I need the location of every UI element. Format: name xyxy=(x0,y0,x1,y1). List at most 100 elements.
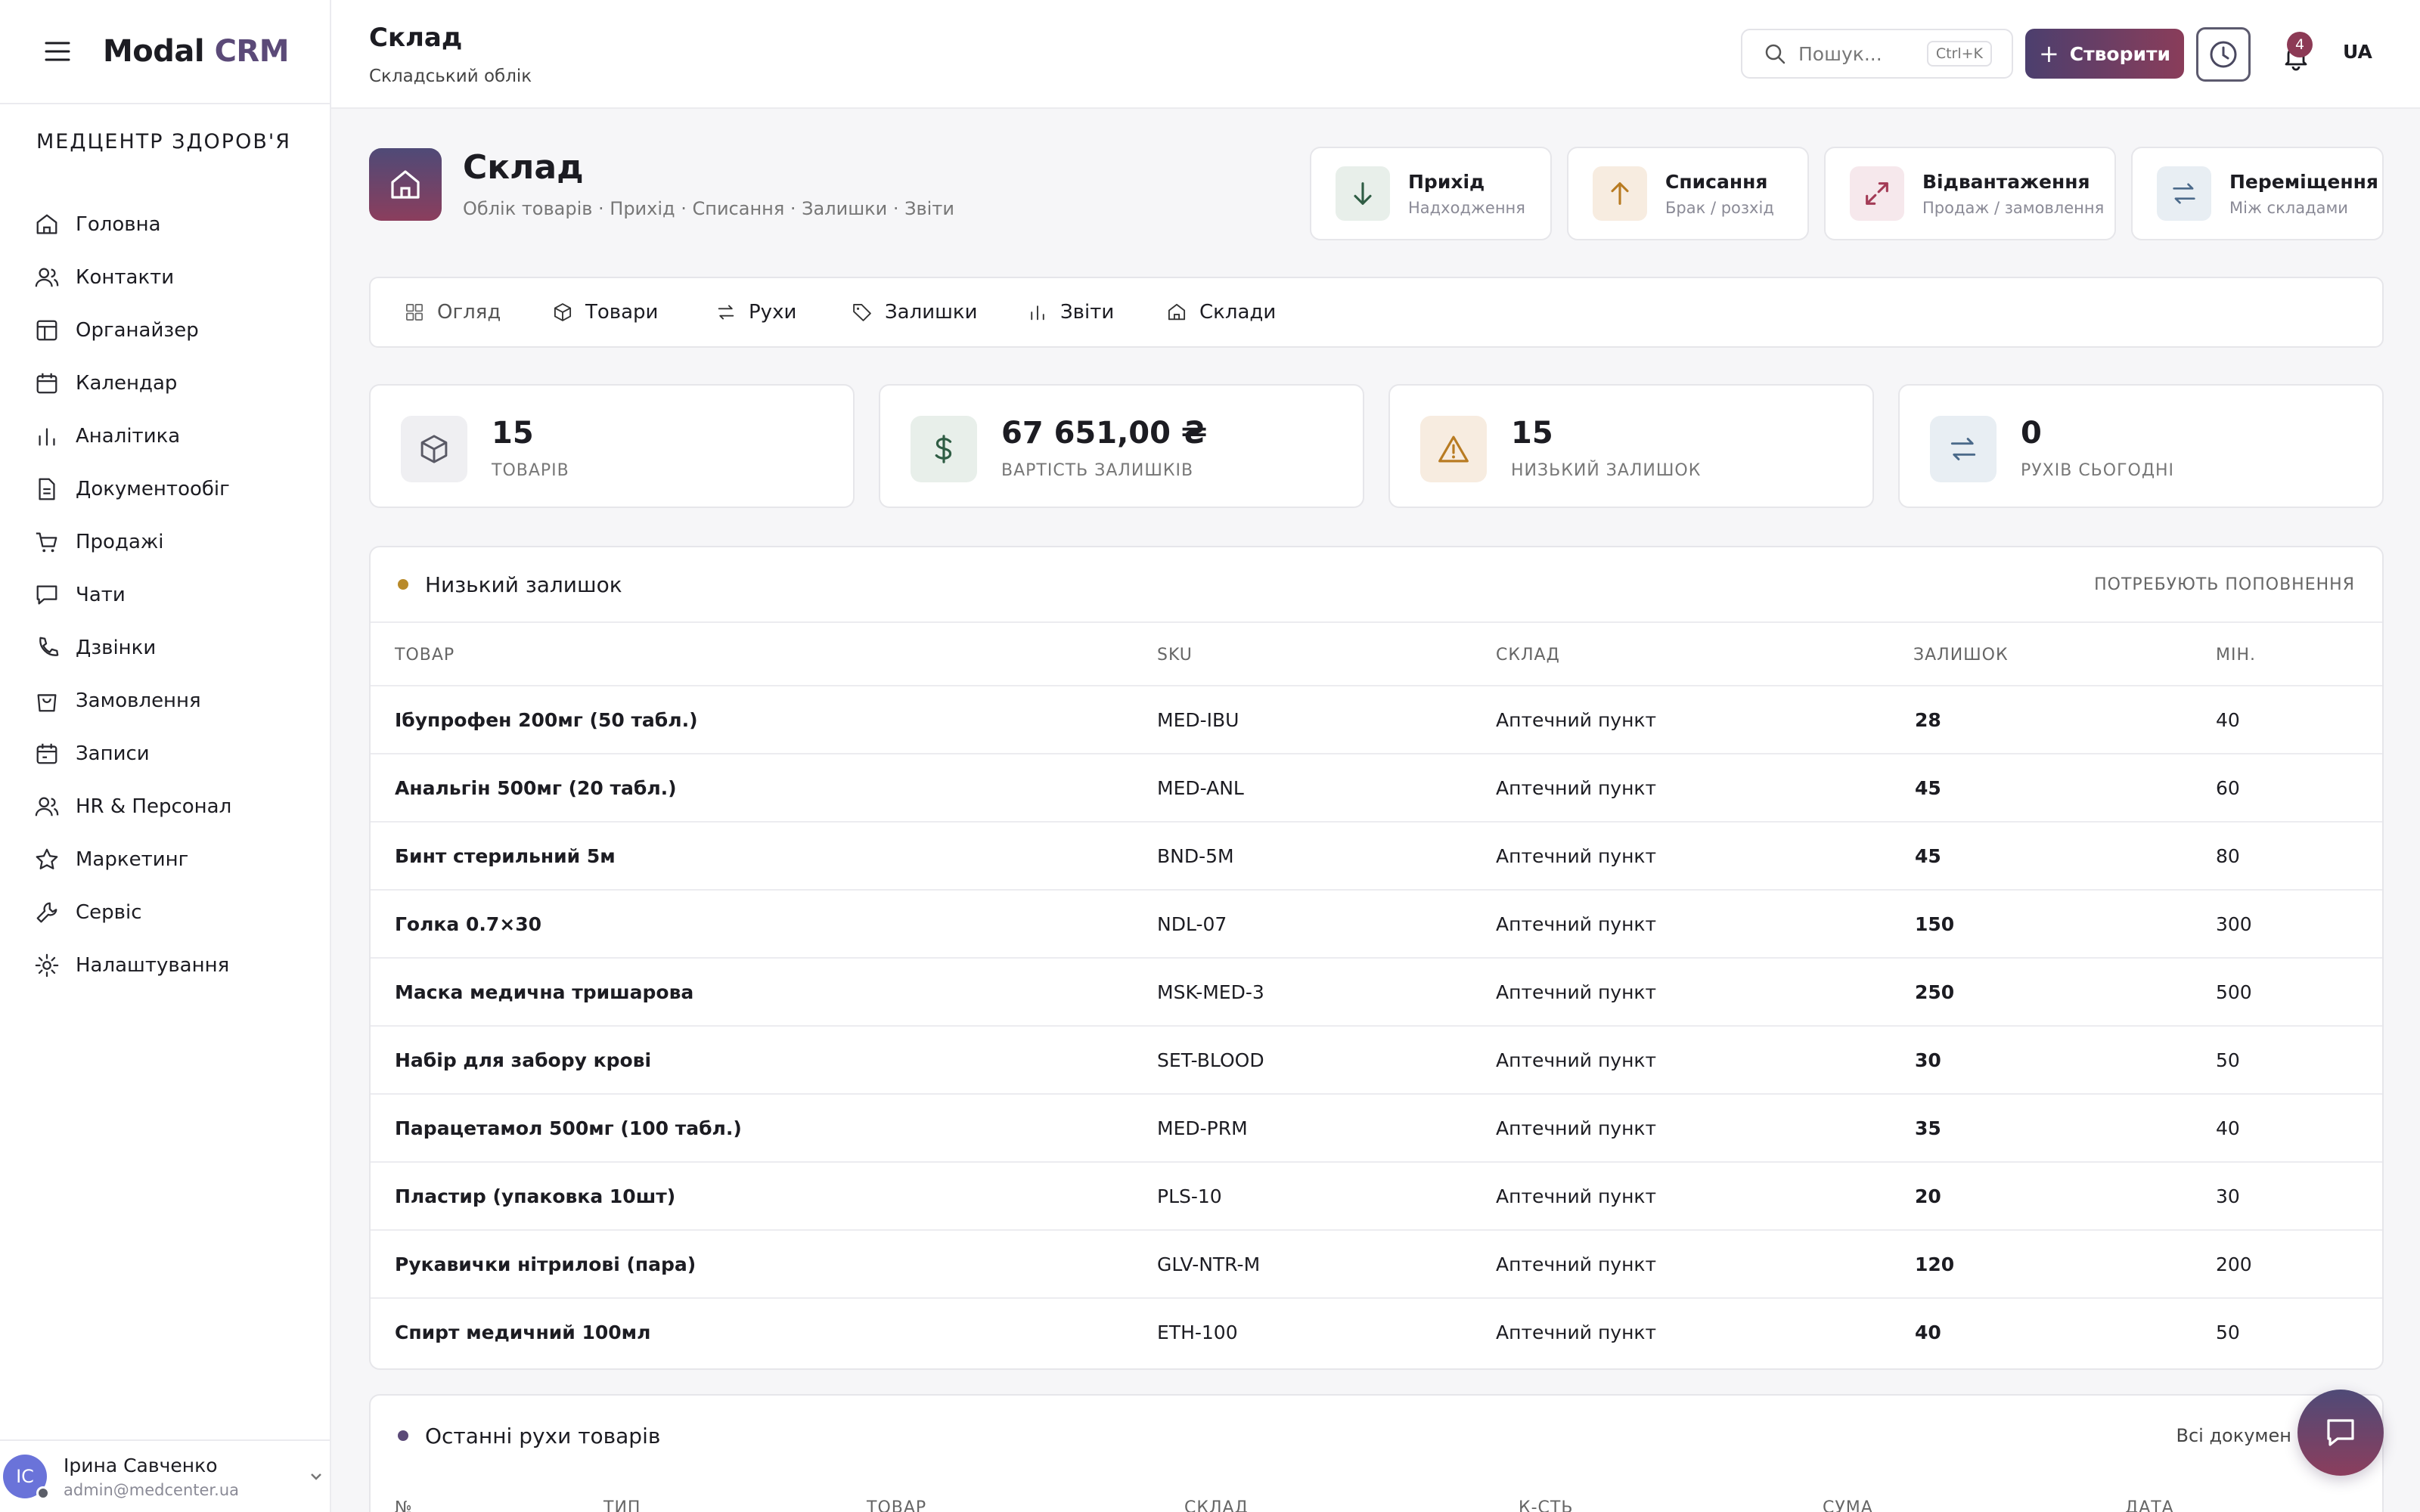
menu-icon[interactable] xyxy=(42,36,73,67)
sidebar-item-label: Продажі xyxy=(76,531,164,553)
column-header[interactable]: ТОВАР xyxy=(867,1498,926,1512)
quick-action-subtitle: Продаж / замовлення xyxy=(1922,198,2105,217)
table-cell: Ібупрофен 200мг (50 табл.) xyxy=(395,709,698,731)
table-cell: Аптечний пункт xyxy=(1496,981,1657,1003)
table-row[interactable]: Маска медична тришарова MSK-MED-3 Аптечний… xyxy=(371,959,2382,1027)
search-input[interactable]: Пошук... Ctrl+K xyxy=(1741,29,2013,79)
column-header[interactable]: СКЛАД xyxy=(1496,646,1560,665)
table-cell: 30 xyxy=(2216,1185,2240,1207)
sidebar-item[interactable]: Налаштування xyxy=(33,939,313,992)
quick-action-button[interactable]: Прихід Надходження xyxy=(1310,147,1552,240)
table-row[interactable]: Анальгін 500мг (20 табл.) MED-ANL Аптечний… xyxy=(371,754,2382,823)
table-cell: Бинт стерильний 5м xyxy=(395,845,616,867)
column-header[interactable]: SKU xyxy=(1157,646,1193,665)
sidebar-item-label: Контакти xyxy=(76,266,175,289)
user-email: admin@medcenter.ua xyxy=(64,1480,239,1499)
table-cell: Аптечний пункт xyxy=(1496,1321,1657,1343)
tab[interactable]: Склади xyxy=(1166,278,1276,346)
box-icon xyxy=(552,302,573,323)
hero-subtitle: Облік товарів · Прихід · Списання · Зали… xyxy=(463,198,954,219)
avatar: IC xyxy=(3,1455,50,1500)
bar-chart-icon xyxy=(33,423,60,450)
clock-icon xyxy=(2208,39,2238,70)
create-button[interactable]: + Створити xyxy=(2025,29,2184,79)
sidebar-item[interactable]: Замовлення xyxy=(33,674,313,727)
column-header[interactable]: СУМА xyxy=(1823,1498,1873,1512)
column-header[interactable]: ТОВАР xyxy=(395,646,455,665)
quick-action-button[interactable]: Переміщення Між складами xyxy=(2131,147,2384,240)
sidebar-item[interactable]: Продажі xyxy=(33,516,313,569)
sidebar-item[interactable]: Маркетинг xyxy=(33,833,313,886)
sidebar-item[interactable]: Аналітика xyxy=(33,410,313,463)
table-cell: SET-BLOOD xyxy=(1157,1049,1264,1071)
sidebar-item-label: Головна xyxy=(76,213,161,236)
table-cell: 28 xyxy=(1915,709,1941,731)
tab[interactable]: Залишки xyxy=(852,278,978,346)
stat-card: 0 РУХІВ СЬОГОДНІ xyxy=(1898,384,2384,508)
table-cell: Аптечний пункт xyxy=(1496,777,1657,799)
column-header[interactable]: МІН. xyxy=(2216,646,2256,665)
sidebar-item[interactable]: Органайзер xyxy=(33,304,313,357)
tab[interactable]: Товари xyxy=(552,278,658,346)
column-header[interactable]: СКЛАД xyxy=(1184,1498,1249,1512)
gear-icon xyxy=(33,952,60,979)
user-profile[interactable]: IC Ірина Савченко admin@medcenter.ua xyxy=(0,1439,330,1512)
tab[interactable]: Звіти xyxy=(1027,278,1114,346)
column-header[interactable]: ЗАЛИШОК xyxy=(1913,646,2009,665)
bag-icon xyxy=(33,687,60,714)
status-dot xyxy=(36,1486,50,1500)
sidebar-item[interactable]: Документообіг xyxy=(33,463,313,516)
tab[interactable]: Огляд xyxy=(404,278,501,346)
sidebar-item[interactable]: Записи xyxy=(33,727,313,780)
sidebar-item[interactable]: Дзвінки xyxy=(33,621,313,674)
chat-button[interactable] xyxy=(2297,1390,2384,1476)
column-header[interactable]: ДАТА xyxy=(2125,1498,2174,1512)
column-header[interactable]: № xyxy=(395,1498,413,1512)
table-row[interactable]: Пластир (упаковка 10шт) PLS-10 Аптечний пу… xyxy=(371,1163,2382,1231)
transfer-icon xyxy=(1930,416,1996,482)
sidebar-item[interactable]: Календар xyxy=(33,357,313,410)
quick-action-button[interactable]: Списання Брак / розхід xyxy=(1567,147,1809,240)
sidebar-item[interactable]: Контакти xyxy=(33,251,313,304)
bar-chart-icon xyxy=(1027,302,1048,323)
table-cell: MSK-MED-3 xyxy=(1157,981,1264,1003)
app-logo[interactable]: Modal CRM xyxy=(103,34,290,69)
chevron-down-icon[interactable] xyxy=(309,1471,324,1482)
quick-action-title: Прихід xyxy=(1408,170,1485,193)
layout-icon xyxy=(33,317,60,344)
tab[interactable]: Рухи xyxy=(715,278,796,346)
table-row[interactable]: Бинт стерильний 5м BND-5M Аптечний пункт 45… xyxy=(371,823,2382,891)
all-documents-link[interactable]: Всі докумен xyxy=(2176,1425,2292,1446)
table-cell: ETH-100 xyxy=(1157,1321,1238,1343)
table-row[interactable]: Рукавички нітрилові (пара) GLV-NTR-M Аптеч… xyxy=(371,1231,2382,1299)
table-row[interactable]: Набір для забору крові SET-BLOOD Аптечний … xyxy=(371,1027,2382,1095)
home-icon xyxy=(33,211,60,238)
stat-label: РУХІВ СЬОГОДНІ xyxy=(2021,461,2175,480)
table-cell: 50 xyxy=(2216,1049,2240,1071)
sidebar-item[interactable]: HR & Персонал xyxy=(33,780,313,833)
sidebar-item[interactable]: Сервіс xyxy=(33,886,313,939)
table-row[interactable]: Голка 0.7×30 NDL-07 Аптечний пункт 150 300 xyxy=(371,891,2382,959)
language-switch[interactable]: UA xyxy=(2343,41,2372,63)
table-cell: 40 xyxy=(1915,1321,1941,1343)
quick-action-button[interactable]: Відвантаження Продаж / замовлення xyxy=(1824,147,2116,240)
sidebar-item[interactable]: Головна xyxy=(33,198,313,251)
quick-action-title: Переміщення xyxy=(2229,170,2378,193)
column-header[interactable]: К-СТЬ xyxy=(1519,1498,1573,1512)
table-cell: Аптечний пункт xyxy=(1496,913,1657,935)
table-header: № ТИП ТОВАР СКЛАД К-СТЬ СУМА ДАТА xyxy=(371,1476,2382,1512)
table-cell: Аптечний пункт xyxy=(1496,709,1657,731)
table-row[interactable]: Ібупрофен 200мг (50 табл.) MED-IBU Аптечни… xyxy=(371,686,2382,754)
table-cell: Аптечний пункт xyxy=(1496,1117,1657,1139)
sidebar-item[interactable]: Чати xyxy=(33,569,313,621)
column-header[interactable]: ТИП xyxy=(603,1498,641,1512)
history-button[interactable] xyxy=(2196,27,2251,82)
table-cell: Анальгін 500мг (20 табл.) xyxy=(395,777,677,799)
sidebar-item-label: Аналітика xyxy=(76,425,181,448)
quick-action-subtitle: Брак / розхід xyxy=(1665,198,1774,217)
tab-bar: Огляд Товари Рухи Залишки Звіти Склади xyxy=(369,277,2384,348)
table-cell: 30 xyxy=(1915,1049,1941,1071)
page-title: Склад xyxy=(369,23,463,53)
table-row[interactable]: Спирт медичний 100мл ETH-100 Аптечний пунк… xyxy=(371,1299,2382,1367)
table-row[interactable]: Парацетамол 500мг (100 табл.) MED-PRM Апте… xyxy=(371,1095,2382,1163)
